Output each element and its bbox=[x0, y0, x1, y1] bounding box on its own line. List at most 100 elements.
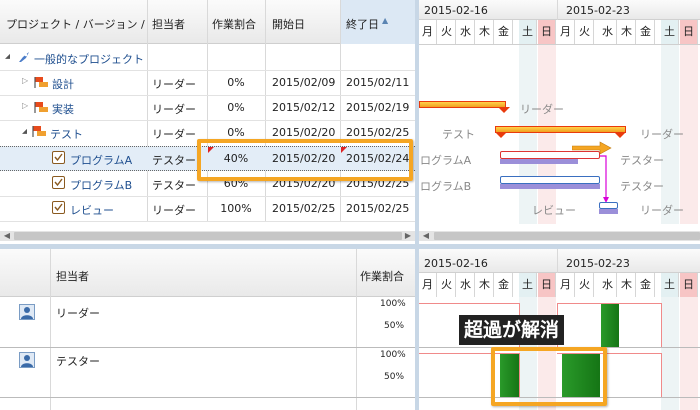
resource-name: テスター bbox=[56, 355, 100, 368]
day-header: 土 bbox=[519, 20, 537, 44]
task-progress-bar bbox=[500, 184, 600, 189]
highlight-frame bbox=[491, 347, 607, 406]
task-bar-review[interactable] bbox=[599, 202, 618, 209]
capacity-line bbox=[419, 303, 519, 304]
load-bar-leader[interactable] bbox=[601, 304, 619, 347]
version-link[interactable]: テスト bbox=[50, 126, 83, 142]
tree-toggle-collapse[interactable]: ◢ bbox=[22, 127, 27, 135]
load-scale-50: 50% bbox=[384, 372, 405, 382]
resource-column-assignee[interactable]: 担当者 bbox=[56, 268, 89, 284]
assignee-cell: テスター bbox=[152, 179, 196, 192]
start-date-cell: 2015/02/20 bbox=[272, 126, 336, 139]
bar-label-name: ログラムB bbox=[420, 180, 472, 193]
day-header: 水 bbox=[599, 273, 617, 297]
row-divider bbox=[0, 120, 415, 121]
version-link[interactable]: 設計 bbox=[52, 76, 74, 92]
end-date-cell: 2015/02/19 bbox=[346, 101, 410, 114]
task-icon bbox=[52, 151, 65, 164]
column-header-end[interactable]: 終了日 bbox=[346, 16, 382, 32]
bar-label-assignee: テスター bbox=[620, 154, 664, 167]
day-header: 日 bbox=[538, 20, 556, 44]
bar-label-name: レビュー bbox=[532, 204, 576, 217]
grid-col-divider bbox=[340, 0, 341, 222]
start-date-cell: 2015/02/09 bbox=[272, 76, 336, 89]
task-link[interactable]: レビュー bbox=[70, 202, 114, 218]
column-header-assignee[interactable]: 担当者 bbox=[152, 16, 204, 32]
project-link[interactable]: 一般的なプロジェクト bbox=[34, 51, 144, 67]
scroll-right-icon[interactable]: ▶ bbox=[403, 231, 413, 241]
day-header: 木 bbox=[476, 273, 494, 297]
start-date-cell: 2015/02/12 bbox=[272, 101, 336, 114]
rocket-icon bbox=[17, 50, 31, 64]
progress-cell: 0% bbox=[227, 126, 245, 139]
day-header: 日 bbox=[538, 273, 556, 297]
assignee-cell: リーダー bbox=[152, 128, 196, 141]
assignee-cell: リーダー bbox=[152, 78, 196, 91]
scroll-left-icon[interactable]: ◀ bbox=[421, 231, 431, 241]
scroll-left-icon[interactable]: ◀ bbox=[2, 231, 12, 241]
gantt-header-bottom bbox=[419, 44, 700, 45]
resource-column-load[interactable]: 作業割合 bbox=[360, 268, 404, 284]
task-icon bbox=[52, 176, 65, 189]
resource-col-divider bbox=[356, 249, 357, 410]
column-header-name[interactable]: プロジェクト / バージョン / ... bbox=[6, 16, 146, 32]
grid-scroll-thumb[interactable] bbox=[14, 232, 402, 240]
avatar bbox=[19, 352, 35, 368]
task-progress-bar bbox=[599, 209, 618, 214]
day-header: 木 bbox=[618, 20, 636, 44]
bar-label-assignee: テスター bbox=[620, 180, 664, 193]
start-date-cell: 2015/02/25 bbox=[272, 202, 336, 215]
tree-toggle-expand[interactable]: ▷ bbox=[22, 76, 28, 85]
assignee-cell: テスター bbox=[152, 154, 196, 167]
week-divider bbox=[557, 0, 558, 20]
day-header: 金 bbox=[495, 273, 513, 297]
gantt-scroll-thumb[interactable] bbox=[434, 232, 700, 240]
task-icon bbox=[52, 201, 65, 214]
capacity-line bbox=[661, 303, 662, 347]
capacity-line bbox=[661, 353, 662, 397]
sort-ascending-icon: ▲ bbox=[382, 16, 389, 25]
day-header: 水 bbox=[599, 20, 617, 44]
callout-label: 超過が解消 bbox=[459, 315, 565, 345]
week-divider bbox=[557, 249, 558, 273]
version-icon bbox=[34, 100, 50, 115]
week-label: 2015-02-23 bbox=[566, 257, 630, 270]
load-scale-100: 100% bbox=[380, 299, 406, 309]
tree-toggle-expand[interactable]: ▷ bbox=[22, 101, 28, 110]
load-scale-100: 100% bbox=[380, 350, 406, 360]
grid-col-divider bbox=[147, 0, 148, 222]
version-bar-test[interactable] bbox=[495, 126, 626, 133]
version-bar-implement[interactable] bbox=[419, 101, 506, 108]
highlight-frame bbox=[197, 139, 413, 181]
weekend-shade bbox=[680, 297, 698, 410]
end-date-cell: 2015/02/11 bbox=[346, 76, 410, 89]
day-header: 日 bbox=[680, 273, 698, 297]
column-header-start[interactable]: 開始日 bbox=[272, 16, 332, 32]
day-header: 火 bbox=[576, 20, 594, 44]
weekend-shade bbox=[538, 44, 556, 224]
row-divider bbox=[0, 70, 415, 71]
row-divider bbox=[0, 221, 415, 222]
resource-col-divider bbox=[50, 249, 51, 410]
day-header: 水 bbox=[457, 20, 475, 44]
version-link[interactable]: 実装 bbox=[52, 101, 74, 117]
version-icon bbox=[34, 75, 50, 90]
bar-label-assignee: リーダー bbox=[640, 128, 684, 141]
day-header: 月 bbox=[419, 273, 437, 297]
day-header: 金 bbox=[637, 273, 655, 297]
day-header: 月 bbox=[557, 273, 575, 297]
tree-toggle-collapse[interactable]: ◢ bbox=[5, 52, 10, 60]
task-bar-program-b[interactable] bbox=[500, 176, 600, 184]
assignee-cell: リーダー bbox=[152, 204, 196, 217]
bar-label-assignee: リーダー bbox=[640, 204, 684, 217]
grid-col-divider bbox=[265, 0, 266, 222]
bar-label-assignee: リーダー bbox=[520, 103, 564, 116]
task-link[interactable]: プログラムB bbox=[70, 177, 132, 193]
column-header-progress[interactable]: 作業割合 bbox=[212, 16, 268, 32]
version-icon bbox=[32, 124, 48, 139]
week-label: 2015-02-16 bbox=[424, 257, 488, 270]
day-header: 木 bbox=[476, 20, 494, 44]
end-date-cell: 2015/02/25 bbox=[346, 126, 410, 139]
task-link[interactable]: プログラムA bbox=[70, 152, 132, 168]
day-header: 水 bbox=[457, 273, 475, 297]
